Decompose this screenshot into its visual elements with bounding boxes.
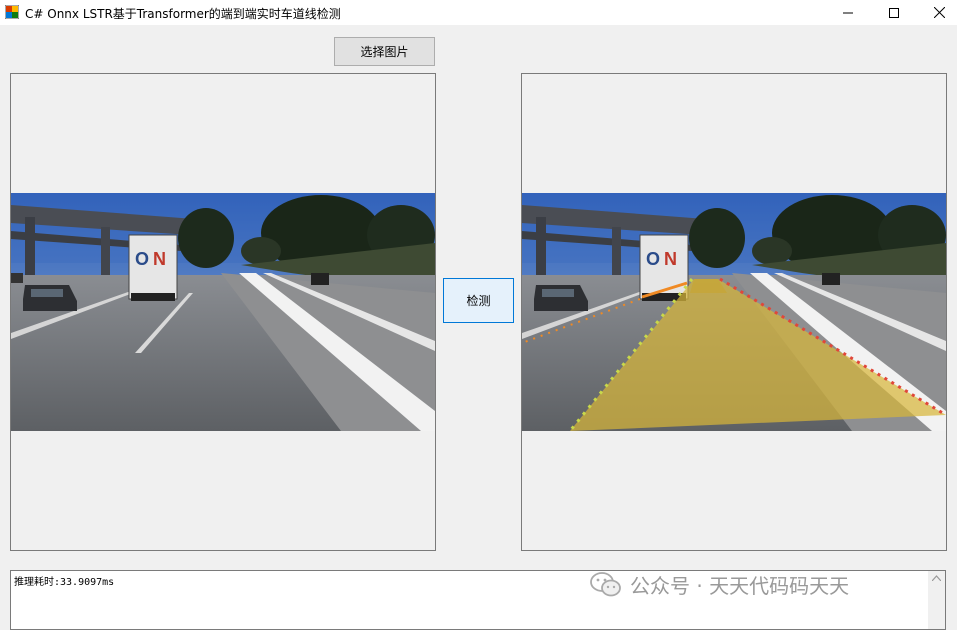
input-image-panel: O N [10,73,436,551]
svg-text:O: O [135,249,149,269]
input-road-image: O N [11,193,435,431]
close-icon [933,7,945,18]
title-bar: C# Onnx LSTR基于Transformer的端到端实时车道线检测 [0,0,957,25]
minimize-button[interactable] [825,0,871,25]
window-title: C# Onnx LSTR基于Transformer的端到端实时车道线检测 [25,7,341,21]
inference-time-text: 推理耗时:33.9097ms [14,577,115,588]
svg-text:N: N [153,249,166,269]
maximize-button[interactable] [871,0,917,25]
output-road-image: O N [522,193,946,431]
app-icon [5,5,19,19]
maximize-icon [889,7,899,18]
output-image-panel: O N [521,73,947,551]
watermark-text: 公众号 · 天天代码码天天 [630,574,850,598]
svg-text:N: N [664,249,677,269]
svg-text:O: O [646,249,660,269]
detect-button[interactable]: 检测 [443,278,514,323]
close-button[interactable] [916,0,957,25]
watermark: 公众号 · 天天代码码天天 [590,570,849,599]
wechat-icon [590,571,621,596]
vertical-scrollbar[interactable] [928,571,945,629]
minimize-icon [843,12,853,13]
select-image-button[interactable]: 选择图片 [334,37,435,66]
scroll-up-icon[interactable] [932,575,941,581]
